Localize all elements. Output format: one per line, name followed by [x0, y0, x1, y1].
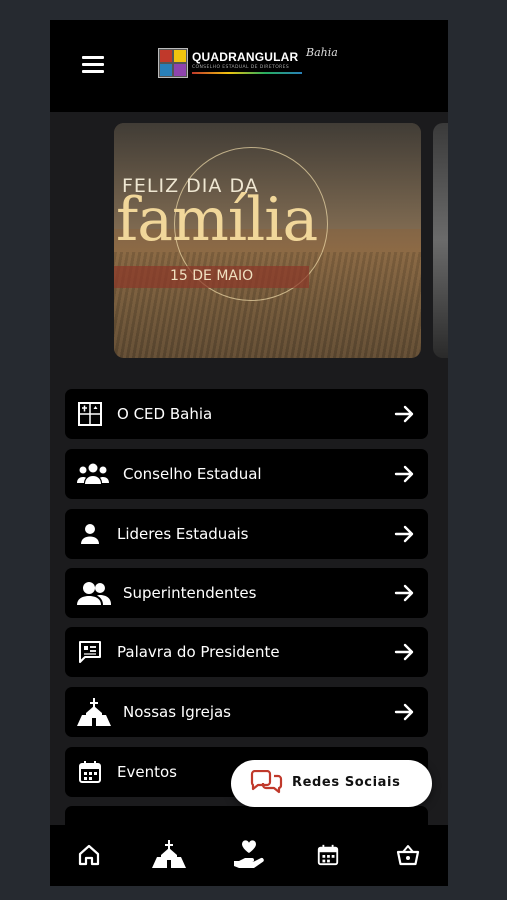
- people-icon: [77, 581, 111, 605]
- chat-bubbles-icon: [249, 769, 283, 798]
- person-icon: [77, 522, 103, 546]
- message-icon: [77, 640, 103, 664]
- menu-item-superintendentes[interactable]: Superintendentes: [65, 568, 428, 618]
- calendar-icon[interactable]: [316, 843, 342, 869]
- arrow-right-icon: [394, 641, 416, 663]
- app-logo: QUADRANGULAR Bahia CONSELHO ESTADUAL DE …: [158, 46, 348, 82]
- carousel-slide[interactable]: FELIZ DIA DA família 15 DE MAIO: [114, 123, 421, 358]
- app-screen: QUADRANGULAR Bahia CONSELHO ESTADUAL DE …: [50, 20, 448, 886]
- church-icon: [77, 698, 111, 726]
- logo-color-line: [192, 72, 302, 74]
- arrow-right-icon: [394, 403, 416, 425]
- logo-title: QUADRANGULAR: [192, 50, 299, 64]
- menu-item-ced-bahia[interactable]: O CED Bahia: [65, 389, 428, 439]
- menu-item-conselho-estadual[interactable]: Conselho Estadual: [65, 449, 428, 499]
- menu-item-label: Lideres Estaduais: [117, 525, 249, 543]
- calendar-icon: [77, 760, 103, 784]
- menu-item-label: Palavra do Presidente: [117, 643, 280, 661]
- bottom-navigation: [50, 825, 448, 886]
- home-icon[interactable]: [77, 843, 103, 869]
- top-bar: QUADRANGULAR Bahia CONSELHO ESTADUAL DE …: [50, 20, 448, 112]
- church-icon[interactable]: [152, 840, 186, 868]
- arrow-right-icon: [394, 582, 416, 604]
- menu-item-label: Conselho Estadual: [123, 465, 262, 483]
- ced-logo-icon: [77, 402, 103, 426]
- redes-sociais-label: Redes Sociais: [292, 775, 401, 790]
- arrow-right-icon: [394, 523, 416, 545]
- menu-item-palavra-do-presidente[interactable]: Palavra do Presidente: [65, 627, 428, 677]
- logo-subtitle: CONSELHO ESTADUAL DE DIRETORES: [192, 65, 290, 70]
- logo-mark-icon: [158, 48, 188, 78]
- menu-item-label: Nossas Igrejas: [123, 703, 231, 721]
- redes-sociais-button[interactable]: Redes Sociais: [231, 760, 432, 807]
- menu-item-label: O CED Bahia: [117, 405, 213, 423]
- carousel-next-slide[interactable]: [433, 123, 448, 358]
- menu-item-nossas-igrejas[interactable]: Nossas Igrejas: [65, 687, 428, 737]
- arrow-right-icon: [394, 463, 416, 485]
- hamburger-menu-icon[interactable]: [82, 56, 104, 74]
- banner-line-3: 15 DE MAIO: [170, 268, 254, 284]
- menu-item-label: Eventos: [117, 763, 177, 781]
- banner-line-2: família: [116, 185, 318, 255]
- hand-heart-icon[interactable]: [233, 839, 265, 868]
- arrow-right-icon: [394, 701, 416, 723]
- group-icon: [77, 462, 109, 486]
- logo-script: Bahia: [306, 46, 338, 59]
- menu-item-label: Superintendentes: [123, 584, 257, 602]
- basket-icon[interactable]: [396, 843, 422, 869]
- menu-item-lideres-estaduais[interactable]: Lideres Estaduais: [65, 509, 428, 559]
